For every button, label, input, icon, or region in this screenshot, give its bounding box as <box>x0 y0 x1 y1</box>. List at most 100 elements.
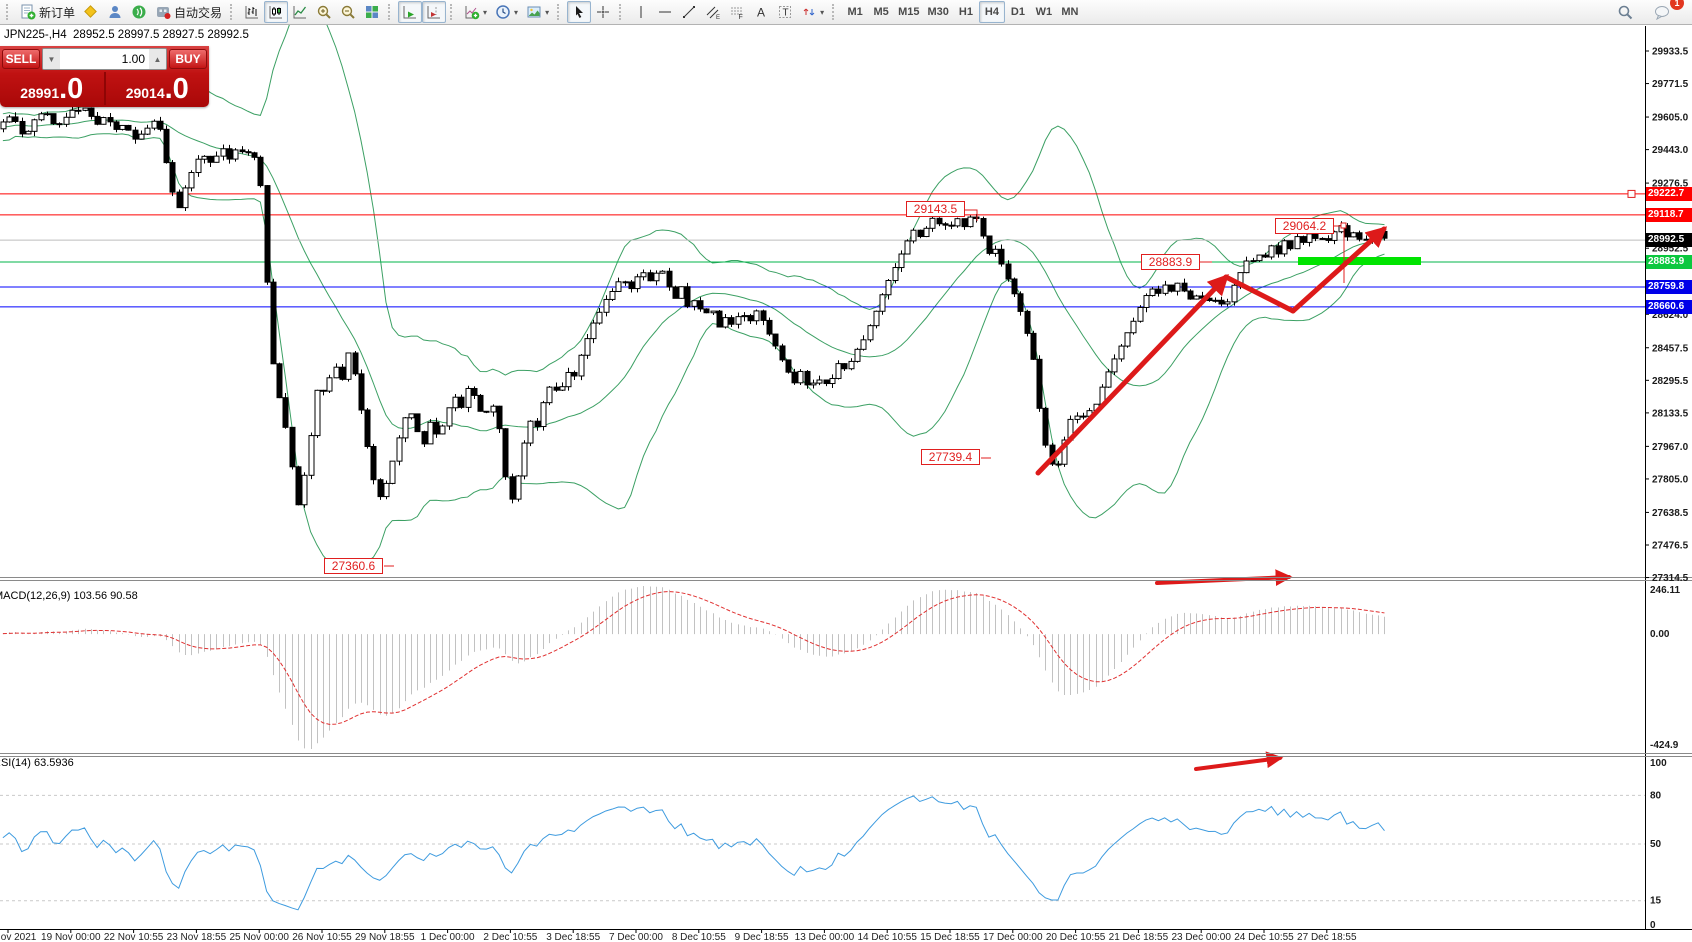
price-annotation-label[interactable]: 28883.9 <box>1141 254 1200 270</box>
periods-button[interactable]: ▾ <box>491 1 522 23</box>
toolbar-grip[interactable] <box>450 4 456 20</box>
auto-scroll-icon <box>402 4 418 20</box>
svg-text:29 Nov 18:55: 29 Nov 18:55 <box>355 932 415 942</box>
zoom-out-button[interactable] <box>336 1 360 23</box>
tf-button-w1[interactable]: W1 <box>1031 1 1057 23</box>
trendline-button[interactable] <box>677 1 701 23</box>
candlestick-chart-button[interactable] <box>264 1 288 23</box>
volume-decrease-button[interactable]: ▼ <box>43 49 60 69</box>
svg-text:27967.0: 27967.0 <box>1652 442 1689 453</box>
svg-text:17 Dec 00:00: 17 Dec 00:00 <box>983 932 1043 942</box>
svg-text:22 Nov 10:55: 22 Nov 10:55 <box>104 932 164 942</box>
search-icon <box>1617 4 1634 21</box>
arrows-button[interactable]: ▾ <box>797 1 828 23</box>
price-annotation-label[interactable]: 29064.2 <box>1275 218 1334 234</box>
new-order-button[interactable]: 新订单 <box>16 1 79 23</box>
svg-text:21 Dec 18:55: 21 Dec 18:55 <box>1109 932 1169 942</box>
toolbar-grip[interactable] <box>619 4 625 20</box>
toolbar-grip[interactable] <box>832 4 838 20</box>
svg-text:A: A <box>757 6 765 20</box>
line-chart-icon <box>292 4 308 20</box>
svg-text:8 Dec 10:55: 8 Dec 10:55 <box>672 932 726 942</box>
svg-text:27476.5: 27476.5 <box>1652 540 1689 551</box>
community-button[interactable] <box>103 1 127 23</box>
vertical-line-button[interactable] <box>629 1 653 23</box>
fibonacci-button[interactable]: F <box>725 1 749 23</box>
toolbar-grip[interactable] <box>557 4 563 20</box>
horizontal-line-icon <box>657 4 673 20</box>
svg-text:T: T <box>783 8 789 19</box>
sell-price-main: 28991 <box>20 82 59 104</box>
price-annotation-label[interactable]: 27360.6 <box>324 558 383 574</box>
horizontal-level-lines[interactable] <box>0 190 1645 307</box>
indicators-button[interactable]: ▾ <box>460 1 491 23</box>
svg-text:23 Nov 18:55: 23 Nov 18:55 <box>167 932 227 942</box>
horizontal-line-button[interactable] <box>653 1 677 23</box>
support-highlight-bar[interactable] <box>1298 257 1421 265</box>
dropdown-caret-icon: ▾ <box>820 8 824 17</box>
svg-text:80: 80 <box>1650 790 1662 801</box>
volume-increase-button[interactable]: ▲ <box>149 49 166 69</box>
volume-input[interactable] <box>60 48 149 70</box>
svg-text:25 Nov 00:00: 25 Nov 00:00 <box>229 932 289 942</box>
current-price-badge: 28992.5 <box>1646 233 1692 247</box>
tf-button-d1[interactable]: D1 <box>1005 1 1031 23</box>
search-button[interactable] <box>1613 1 1638 23</box>
mt4-terminal-window: 新订单 自动交易 <box>0 0 1692 942</box>
toolbar-grip[interactable] <box>6 4 12 20</box>
zoom-in-icon <box>316 4 332 20</box>
tf-button-mn[interactable]: MN <box>1057 1 1083 23</box>
auto-scroll-button[interactable] <box>398 1 422 23</box>
crosshair-button[interactable] <box>591 1 615 23</box>
svg-text:2 Dec 10:55: 2 Dec 10:55 <box>483 932 537 942</box>
autotrading-button[interactable]: 自动交易 <box>151 1 226 23</box>
tf-button-m30[interactable]: M30 <box>924 1 953 23</box>
svg-text:17 Nov 2021: 17 Nov 2021 <box>0 932 37 942</box>
svg-text:7 Dec 00:00: 7 Dec 00:00 <box>609 932 663 942</box>
text-button[interactable]: A <box>749 1 773 23</box>
trend-arrow[interactable] <box>1038 277 1226 473</box>
tf-button-h1[interactable]: H1 <box>953 1 979 23</box>
zoom-in-button[interactable] <box>312 1 336 23</box>
rsi-trend-arrow[interactable] <box>1196 758 1280 769</box>
price-level-badge: 29222.7 <box>1646 187 1692 201</box>
autotrading-icon <box>155 4 171 20</box>
marker-button[interactable] <box>79 1 103 23</box>
chart-shift-button[interactable] <box>422 1 446 23</box>
price-annotation-label[interactable]: 27739.4 <box>921 449 980 465</box>
tf-button-h4[interactable]: H4 <box>979 1 1005 23</box>
buy-price[interactable]: 29014.0 <box>106 72 210 105</box>
bar-chart-button[interactable] <box>240 1 264 23</box>
volume-stepper: ▼ ▲ <box>42 48 167 70</box>
price-annotation-label[interactable]: 29143.5 <box>906 201 965 217</box>
sell-price[interactable]: 28991.0 <box>0 72 104 105</box>
community-icon <box>107 4 123 20</box>
svg-text:27314.5: 27314.5 <box>1652 573 1689 584</box>
equidistant-channel-button[interactable]: E <box>701 1 725 23</box>
tile-windows-button[interactable] <box>360 1 384 23</box>
template-icon <box>526 4 542 20</box>
candlestick-chart-icon <box>268 4 284 20</box>
line-chart-button[interactable] <box>288 1 312 23</box>
toolbar-grip[interactable] <box>388 4 394 20</box>
toolbar-grip[interactable] <box>230 4 236 20</box>
sell-button[interactable]: SELL <box>2 49 40 69</box>
chart-canvas[interactable]: 246.110.00-424.9100805015029933.529771.5… <box>0 0 1692 942</box>
svg-text:28133.5: 28133.5 <box>1652 408 1689 419</box>
text-a-icon: A <box>753 4 769 20</box>
cursor-button[interactable] <box>567 1 591 23</box>
templates-button[interactable]: ▾ <box>522 1 553 23</box>
crosshair-icon <box>595 4 611 20</box>
svg-text:0.00: 0.00 <box>1650 629 1670 640</box>
tf-button-m1[interactable]: M1 <box>842 1 868 23</box>
text-label-icon: T <box>777 4 793 20</box>
svg-text:19 Nov 00:00: 19 Nov 00:00 <box>41 932 101 942</box>
buy-button[interactable]: BUY <box>169 49 207 69</box>
text-label-button[interactable]: T <box>773 1 797 23</box>
tf-button-m15[interactable]: M15 <box>894 1 923 23</box>
signals-button[interactable] <box>127 1 151 23</box>
tf-button-m5[interactable]: M5 <box>868 1 894 23</box>
chat-button[interactable]: 1 <box>1646 0 1678 24</box>
dropdown-caret-icon: ▾ <box>545 8 549 17</box>
svg-text:50: 50 <box>1650 839 1662 850</box>
